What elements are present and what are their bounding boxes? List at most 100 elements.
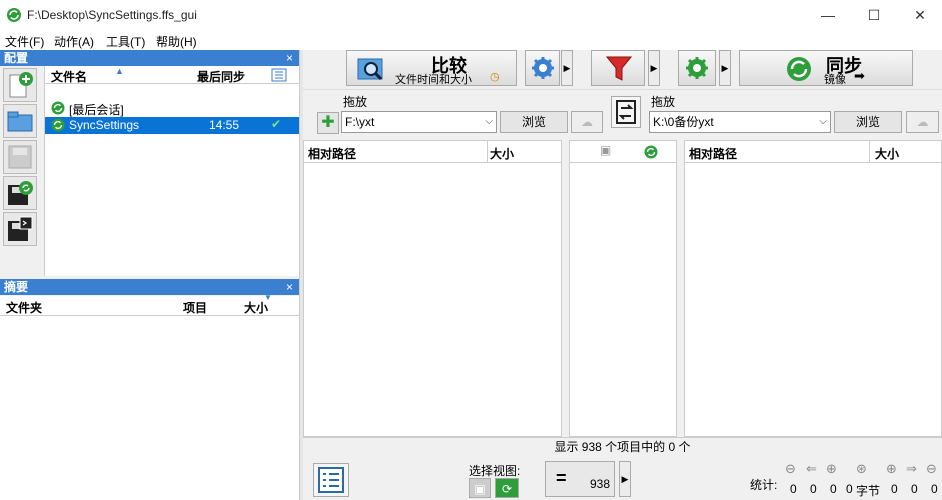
camera-icon[interactable]: ▣: [600, 143, 611, 157]
bottom-bar: 选择视图: ▣ ⟳ = 938 ▶ 统计: ⊖ ⇐ ⊕ ⊛ ⊕ ⇒ ⊖ 0 0 …: [303, 457, 942, 500]
main-toolbar: 比较 文件时间和大小 ◷ ▶ ▶ ▶ 同步 镜像 ➡: [303, 50, 942, 88]
right-folder-path: K:\0备份yxt: [653, 115, 714, 129]
view-list-button[interactable]: [313, 463, 349, 497]
summary-list[interactable]: 文件夹 项目 大小 ▼: [0, 293, 299, 500]
new-config-button[interactable]: [3, 68, 37, 102]
summary-panel-header: 摘要 ×: [0, 279, 299, 295]
menu-help[interactable]: 帮助(H): [156, 33, 197, 50]
create-left-icon: ⊖: [785, 461, 796, 476]
close-window-button[interactable]: ✕: [906, 4, 934, 26]
save-config-button[interactable]: [3, 140, 37, 174]
stats-label: 统计:: [750, 478, 778, 492]
save-as-config-button[interactable]: [3, 176, 37, 210]
create-right-icon: ⊕: [886, 461, 897, 476]
col-size[interactable]: 大小: [490, 145, 514, 162]
chevron-down-icon[interactable]: ⌵: [485, 112, 493, 132]
menu-action[interactable]: 动作(A): [54, 33, 94, 50]
sync-dropdown[interactable]: ▶: [719, 50, 731, 86]
col-relative-path[interactable]: 相对路径: [308, 145, 356, 162]
data-icon: ⊛: [856, 461, 867, 476]
col-relative-path[interactable]: 相对路径: [689, 145, 737, 162]
compare-variant: 文件时间和大小: [395, 74, 472, 86]
stat-update-right: 0: [911, 482, 918, 496]
stat-update-left: 0: [810, 482, 817, 496]
config-list-header: 文件名 ▲ 最后同步: [45, 66, 300, 84]
list-view-icon: [318, 467, 344, 493]
left-browse-button[interactable]: 浏览: [500, 111, 568, 133]
compare-dropdown[interactable]: ▶: [561, 50, 573, 86]
compare-settings-button[interactable]: [525, 50, 560, 86]
summary-panel-close[interactable]: ×: [286, 279, 293, 295]
title-bar: F:\Desktop\SyncSettings.ffs_gui — ☐ ✕: [0, 0, 942, 30]
menu-bar: 文件(F) 动作(A) 工具(T) 帮助(H): [0, 30, 942, 50]
left-pane: 配置 × 文件名 ▲ 最后同步 [最后会话] SyncSettings 14:5…: [0, 50, 300, 500]
left-folder-path: F:\yxt: [345, 115, 375, 129]
config-row-last-session[interactable]: [最后会话]: [45, 100, 300, 117]
new-document-icon: [9, 72, 33, 98]
filter-button[interactable]: [591, 50, 645, 86]
view-category-button[interactable]: ▣: [469, 478, 491, 498]
floppy-batch-icon: [8, 216, 33, 241]
floppy-disabled-icon: [8, 145, 32, 169]
sync-action-icon[interactable]: [644, 145, 658, 159]
col-size[interactable]: 大小: [875, 145, 899, 162]
left-file-grid[interactable]: 相对路径 大小: [303, 140, 562, 437]
show-all-button[interactable]: = 938: [545, 461, 615, 497]
right-drop-label: 拖放: [651, 95, 676, 109]
sync-small-icon: ⟳: [501, 482, 513, 496]
cloud-icon: ☁: [581, 115, 593, 129]
stat-delete-right: 0: [931, 482, 938, 496]
sort-down-icon: ▼: [264, 293, 272, 302]
clock-icon: ◷: [490, 71, 500, 83]
save-batch-button[interactable]: [3, 212, 37, 246]
compare-button[interactable]: 比较 文件时间和大小 ◷: [346, 50, 517, 86]
checkmark-icon: ✔: [271, 117, 282, 131]
update-right-icon: ⇒: [906, 461, 917, 476]
col-last-sync[interactable]: 最后同步: [197, 68, 245, 85]
config-panel-header: 配置 ×: [0, 50, 299, 66]
chevron-down-icon[interactable]: ⌵: [819, 112, 827, 132]
right-file-grid[interactable]: 相对路径 大小: [684, 140, 942, 437]
menu-file[interactable]: 文件(F): [5, 33, 44, 50]
view-action-button[interactable]: ⟳: [495, 478, 519, 498]
gear-blue-icon: [532, 57, 554, 79]
menu-tools[interactable]: 工具(T): [106, 33, 145, 50]
col-filename[interactable]: 文件名: [51, 68, 87, 85]
config-panel-title: 配置: [4, 51, 29, 65]
maximize-button[interactable]: ☐: [860, 4, 888, 26]
col-folder[interactable]: 文件夹: [6, 299, 42, 316]
sync-settings-button[interactable]: [678, 50, 716, 86]
swap-icon: [616, 100, 636, 124]
swap-sides-button[interactable]: [611, 96, 641, 128]
left-folder-input[interactable]: F:\yxt ⌵: [341, 111, 497, 133]
stat-create-left: 0: [790, 482, 797, 496]
right-folder-input[interactable]: K:\0备份yxt ⌵: [649, 111, 831, 133]
config-list[interactable]: 文件名 ▲ 最后同步 [最后会话] SyncSettings 14:55 ✔: [44, 66, 300, 276]
config-row-name: [最后会话]: [69, 103, 124, 117]
synchronize-button[interactable]: 同步 镜像 ➡: [739, 50, 913, 86]
right-browse-button[interactable]: 浏览: [834, 111, 902, 133]
folder-pair-bar: 拖放 ✚ F:\yxt ⌵ 浏览 ☁ 拖放 K:\0备份yxt ⌵ 浏览 ☁: [303, 89, 942, 139]
open-config-button[interactable]: [3, 104, 37, 138]
add-folder-pair-button[interactable]: ✚: [317, 112, 339, 134]
cloud-icon: ☁: [916, 115, 929, 129]
sync-big-icon: [787, 57, 811, 81]
left-cloud-button[interactable]: ☁: [571, 111, 603, 133]
minimize-button[interactable]: —: [814, 4, 842, 26]
config-panel-close[interactable]: ×: [286, 50, 293, 66]
select-view-label: 选择视图:: [469, 464, 521, 478]
middle-action-grid[interactable]: ▣: [569, 140, 677, 437]
column-settings-icon[interactable]: [271, 68, 287, 82]
left-drop-label: 拖放: [343, 95, 368, 109]
right-cloud-button[interactable]: ☁: [906, 111, 939, 133]
summary-list-header: 文件夹 项目 大小 ▼: [0, 293, 299, 316]
filter-dropdown[interactable]: ▶: [648, 50, 660, 86]
stat-bytes: 0: [846, 482, 853, 496]
gear-green-icon: [686, 57, 708, 79]
column-divider: [869, 141, 870, 163]
config-toolbar: [0, 66, 40, 276]
arrow-right-icon: ➡: [854, 68, 865, 83]
config-row-syncsettings[interactable]: SyncSettings 14:55 ✔: [45, 117, 300, 134]
col-items[interactable]: 项目: [183, 299, 207, 316]
show-dropdown[interactable]: ▶: [619, 461, 631, 497]
